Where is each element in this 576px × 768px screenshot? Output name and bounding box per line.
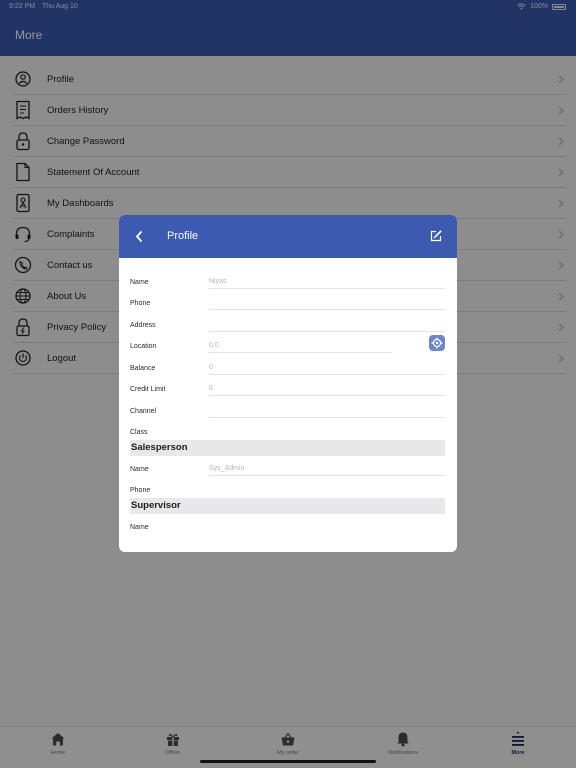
location-input[interactable]: 0,0 <box>209 337 392 353</box>
field-label: Channel <box>130 408 157 415</box>
credit-limit-input[interactable]: 0 <box>209 380 445 396</box>
field-label: Phone <box>130 487 151 494</box>
field-phone: Phone <box>130 294 445 315</box>
field-label: Credit Limit <box>130 386 166 393</box>
salesperson-section-header: Salesperson <box>130 440 445 456</box>
channel-input[interactable] <box>209 402 445 418</box>
supervisor-name-input[interactable] <box>209 518 445 534</box>
field-name: Name Niyas <box>130 273 445 294</box>
field-credit-limit: Credit Limit 0 <box>130 380 445 401</box>
address-input[interactable] <box>209 316 445 332</box>
field-label: Location <box>130 343 157 350</box>
field-address: Address <box>130 316 445 337</box>
modal-header: Profile <box>119 215 457 258</box>
back-chevron-icon[interactable] <box>135 230 143 243</box>
field-supervisor-name: Name <box>130 518 445 539</box>
phone-input[interactable] <box>209 294 445 310</box>
modal-title: Profile <box>167 230 199 242</box>
field-balance: Balance 0 <box>130 359 445 380</box>
field-salesperson-name: Name Sys_Admin <box>130 460 445 481</box>
home-indicator <box>200 760 376 763</box>
edit-icon[interactable] <box>430 230 442 242</box>
field-label: Balance <box>130 365 156 372</box>
field-label: Name <box>130 524 149 531</box>
field-channel: Channel <box>130 402 445 423</box>
field-label: Name <box>130 279 149 286</box>
salesperson-phone-input[interactable] <box>209 481 445 497</box>
field-label: Name <box>130 466 149 473</box>
crosshair-icon <box>431 337 443 349</box>
field-label: Class <box>130 429 148 436</box>
locate-button[interactable] <box>429 335 445 351</box>
name-input[interactable]: Niyas <box>209 273 445 289</box>
field-location: Location 0,0 <box>130 335 445 358</box>
supervisor-section-header: Supervisor <box>130 498 445 514</box>
salesperson-name-input[interactable]: Sys_Admin <box>209 460 445 476</box>
field-label: Address <box>130 322 156 329</box>
class-input[interactable] <box>209 423 445 439</box>
field-label: Phone <box>130 300 151 307</box>
balance-input[interactable]: 0 <box>209 359 445 375</box>
profile-modal: Profile Name Niyas Phone Address Locatio… <box>119 215 457 552</box>
